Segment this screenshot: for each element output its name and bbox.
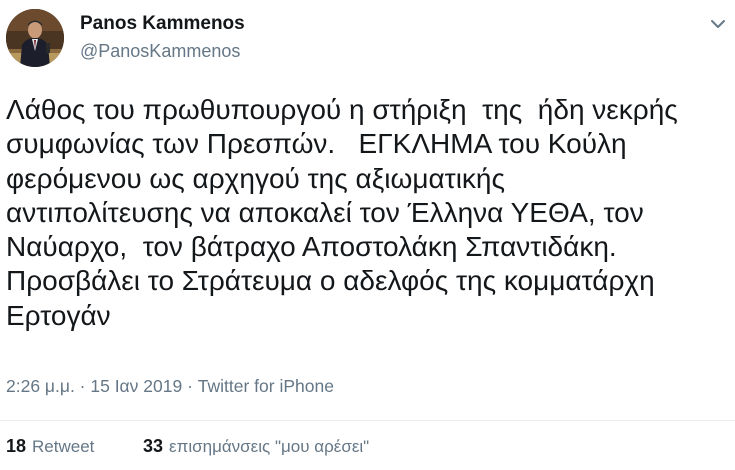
likes-stat[interactable]: 33 επισημάνσεις "μου αρέσει": [143, 436, 369, 457]
avatar[interactable]: [6, 9, 64, 67]
avatar-photo: [6, 9, 64, 67]
tweet-card: Panos Kammenos @PanosKammenos Λάθος του …: [0, 0, 735, 470]
retweets-count: 18: [6, 436, 27, 456]
author-handle[interactable]: @PanosKammenos: [80, 41, 240, 62]
tweet-metadata: 2:26 μ.μ. · 15 Ιαν 2019 · Twitter for iP…: [6, 376, 334, 397]
tweet-text-line: συμφωνίας των Πρεσπών. ΕΓΚΛΗΜΑ του Κούλη: [6, 128, 627, 160]
tweet-text: Λάθος του πρωθυπουργού η στήριξη της ήδη…: [6, 93, 734, 333]
tweet-text-line: φερόμενου ως αρχηγού της αξιωματικής: [6, 162, 505, 194]
likes-label: επισημάνσεις "μου αρέσει": [169, 437, 370, 456]
tweet-text-line: Ερτογάν: [6, 299, 111, 331]
tweet-text-line: Ναύαρχο, τον βάτραχο Αποστολάκη Σπαντιδά…: [6, 231, 617, 263]
author-name[interactable]: Panos Kammenos: [80, 13, 245, 35]
divider: [0, 420, 735, 421]
chevron-down-icon[interactable]: [707, 13, 729, 35]
tweet-text-line: Λάθος του πρωθυπουργού η στήριξη της ήδη…: [6, 94, 678, 125]
tweet-timestamp[interactable]: 2:26 μ.μ. · 15 Ιαν 2019 ·: [6, 376, 198, 396]
retweets-stat[interactable]: 18 Retweet: [6, 436, 94, 457]
likes-count: 33: [143, 436, 164, 456]
retweets-label: Retweet: [32, 437, 95, 456]
tweet-text-line: αντιπολίτευσης να αποκαλεί τον Έλληνα ΥΕ…: [6, 196, 644, 228]
tweet-source[interactable]: Twitter for iPhone: [198, 376, 334, 396]
tweet-text-line: Προσβάλει το Στράτευμα ο αδελφός της κομ…: [6, 265, 655, 297]
